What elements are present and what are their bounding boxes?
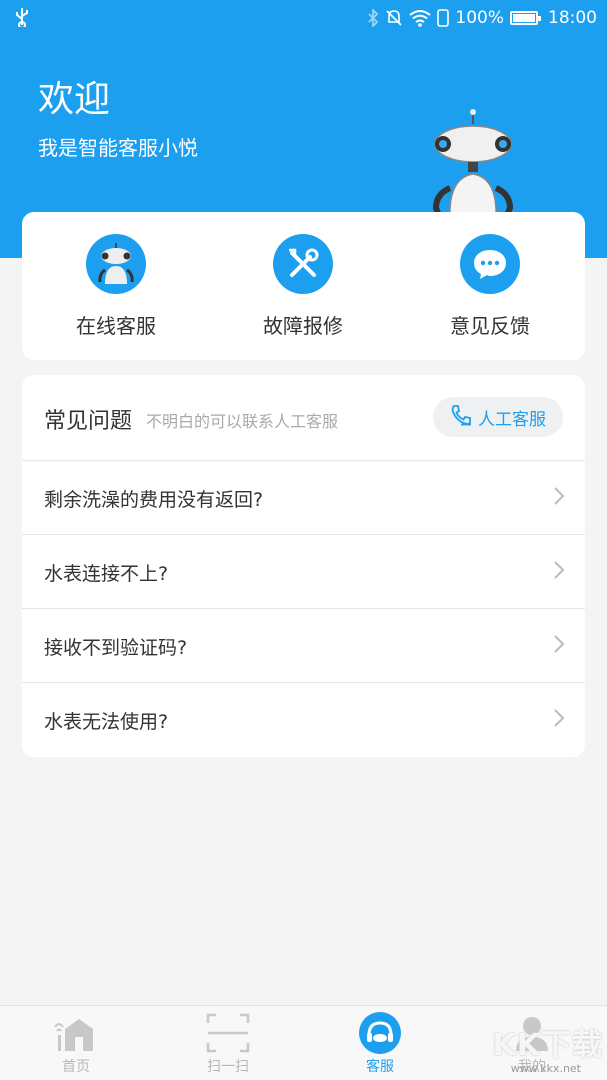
watermark-logo: KK下载 xyxy=(492,1028,603,1063)
tab-customer-service[interactable]: 客服 xyxy=(330,1012,430,1076)
faq-question: 水表连接不上? xyxy=(44,563,169,585)
faq-card: 常见问题 不明白的可以联系人工客服 人工客服 剩余洗澡的费用没有返回? 水表连接… xyxy=(22,375,585,757)
faq-question: 剩余洗澡的费用没有返回? xyxy=(44,489,264,511)
tab-scan[interactable]: 扫一扫 xyxy=(178,1012,278,1076)
chevron-right-icon xyxy=(553,634,565,658)
action-label: 在线客服 xyxy=(76,314,156,338)
chevron-right-icon xyxy=(553,486,565,510)
action-label: 故障报修 xyxy=(263,314,343,338)
sim-icon xyxy=(437,9,450,27)
tab-home[interactable]: 首页 xyxy=(26,1012,126,1076)
faq-item[interactable]: 水表连接不上? xyxy=(22,535,585,609)
clock: 18:00 xyxy=(548,8,597,28)
human-service-button[interactable]: 人工客服 xyxy=(433,397,563,437)
tab-label: 扫一扫 xyxy=(207,1059,249,1075)
faq-item[interactable]: 接收不到验证码? xyxy=(22,609,585,683)
faq-item[interactable]: 剩余洗澡的费用没有返回? xyxy=(22,461,585,535)
human-service-label: 人工客服 xyxy=(478,409,546,430)
phone-icon xyxy=(450,404,472,431)
status-bar: 100% 18:00 xyxy=(0,0,607,36)
robot-icon xyxy=(86,234,146,294)
chat-bubble-icon xyxy=(460,234,520,294)
faq-question: 水表无法使用? xyxy=(44,711,169,733)
repair-action[interactable]: 故障报修 xyxy=(233,234,373,339)
mute-icon xyxy=(385,9,403,27)
tab-label: 首页 xyxy=(62,1059,90,1075)
usb-icon xyxy=(14,7,30,32)
tools-icon xyxy=(273,234,333,294)
chevron-right-icon xyxy=(553,708,565,732)
faq-item[interactable]: 水表无法使用? xyxy=(22,683,585,757)
quick-actions-card: 在线客服 故障报修 意见反馈 xyxy=(22,212,585,360)
scan-icon xyxy=(178,1012,278,1054)
faq-header: 常见问题 不明白的可以联系人工客服 人工客服 xyxy=(22,375,585,461)
tab-label: 客服 xyxy=(366,1059,394,1075)
wifi-icon xyxy=(409,9,432,27)
battery-icon xyxy=(510,11,541,25)
online-service-action[interactable]: 在线客服 xyxy=(46,234,186,339)
customer-service-icon xyxy=(330,1012,430,1054)
robot-mascot-icon xyxy=(428,108,518,224)
action-label: 意见反馈 xyxy=(450,314,530,338)
home-icon xyxy=(26,1012,126,1054)
faq-title: 常见问题 xyxy=(44,409,133,434)
bluetooth-icon xyxy=(367,9,379,27)
battery-percent: 100% xyxy=(455,8,504,28)
faq-hint: 不明白的可以联系人工客服 xyxy=(146,412,339,431)
feedback-action[interactable]: 意见反馈 xyxy=(420,234,560,339)
faq-question: 接收不到验证码? xyxy=(44,637,188,659)
watermark-url: www.kkx.net xyxy=(510,1062,581,1075)
page-title: 欢迎 xyxy=(38,79,111,120)
page-subtitle: 我是智能客服小悦 xyxy=(38,136,198,160)
chevron-right-icon xyxy=(553,560,565,584)
